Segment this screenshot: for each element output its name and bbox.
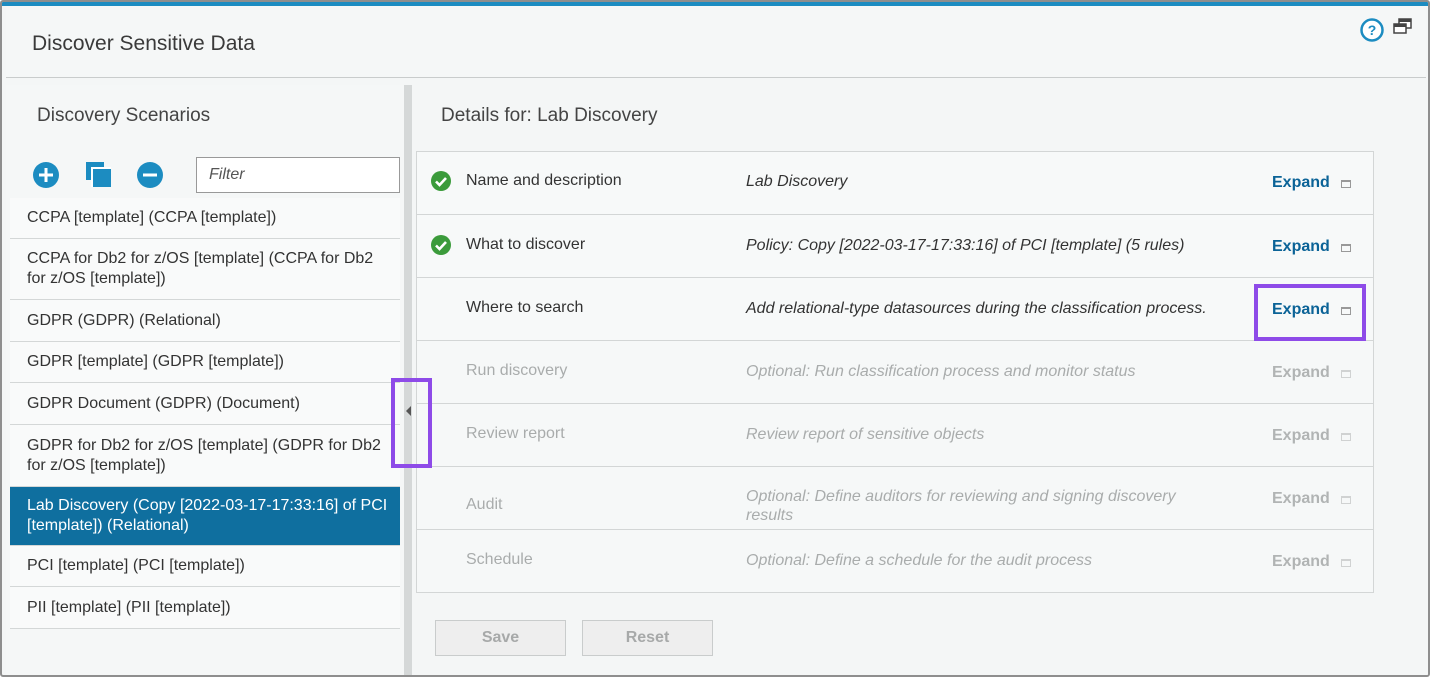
help-icon[interactable]: ? xyxy=(1360,18,1384,42)
step-description: Policy: Copy [2022-03-17-17:33:16] of PC… xyxy=(746,237,1185,254)
scenarios-panel: Discovery Scenarios CCPA [template] (CCP… xyxy=(6,85,404,675)
expand-icon[interactable] xyxy=(1341,559,1351,567)
scenario-item-ccpa-db2[interactable]: CCPA for Db2 for z/OS [template] (CCPA f… xyxy=(10,239,400,300)
step-label: Run discovery xyxy=(466,362,568,379)
step-description: Lab Discovery xyxy=(746,173,848,190)
step-description: Optional: Run classification process and… xyxy=(746,363,1136,380)
copy-icon[interactable] xyxy=(85,161,113,189)
save-button[interactable]: Save xyxy=(435,620,566,656)
step-description: Optional: Define a schedule for the audi… xyxy=(746,552,1092,569)
header: Discover Sensitive Data ? xyxy=(6,6,1426,78)
expand-link[interactable]: Expand xyxy=(1272,364,1330,382)
check-circle-icon xyxy=(431,171,451,191)
panel-splitter[interactable] xyxy=(404,85,412,675)
step-label: Schedule xyxy=(466,551,533,568)
scenario-item-pci-template[interactable]: PCI [template] (PCI [template]) xyxy=(10,546,400,587)
scenario-item-gdpr-document[interactable]: GDPR Document (GDPR) (Document) xyxy=(10,383,400,425)
step-description: Optional: Define auditors for reviewing … xyxy=(746,488,1176,524)
svg-text:?: ? xyxy=(1368,22,1377,38)
steps-list: Name and description Lab Discovery Expan… xyxy=(416,151,1374,593)
step-label: Review report xyxy=(466,425,565,442)
expand-link[interactable]: Expand xyxy=(1272,427,1330,445)
step-name-and-description: Name and description Lab Discovery Expan… xyxy=(417,152,1373,215)
expand-icon[interactable] xyxy=(1341,244,1351,252)
step-description: Review report of sensitive objects xyxy=(746,426,985,443)
expand-icon[interactable] xyxy=(1341,307,1351,315)
step-label: Audit xyxy=(466,496,503,513)
app-window: Discover Sensitive Data ? Discovery Scen… xyxy=(0,0,1430,677)
expand-link[interactable]: Expand xyxy=(1272,553,1330,571)
step-what-to-discover: What to discover Policy: Copy [2022-03-1… xyxy=(417,215,1373,278)
step-label: What to discover xyxy=(466,236,586,253)
step-description: Add relational-type datasources during t… xyxy=(746,300,1207,317)
collapse-arrow-icon[interactable] xyxy=(406,406,411,416)
expand-icon[interactable] xyxy=(1341,496,1351,504)
expand-link[interactable]: Expand xyxy=(1272,174,1330,192)
step-schedule: Schedule Optional: Define a schedule for… xyxy=(417,530,1373,592)
expand-icon[interactable] xyxy=(1341,433,1351,441)
step-label: Name and description xyxy=(466,172,622,189)
expand-icon[interactable] xyxy=(1341,180,1351,188)
filter-input[interactable] xyxy=(196,157,400,193)
reset-button[interactable]: Reset xyxy=(582,620,713,656)
scenario-list: CCPA [template] (CCPA [template]) CCPA f… xyxy=(10,198,400,629)
scenarios-title: Discovery Scenarios xyxy=(37,105,211,126)
scenario-item-ccpa-template[interactable]: CCPA [template] (CCPA [template]) xyxy=(10,198,400,239)
expand-link[interactable]: Expand xyxy=(1272,238,1330,256)
expand-link[interactable]: Expand xyxy=(1272,490,1330,508)
details-title: Details for: Lab Discovery xyxy=(441,105,658,126)
expand-icon[interactable] xyxy=(1341,370,1351,378)
step-audit: Audit Optional: Define auditors for revi… xyxy=(417,467,1373,530)
details-panel: Details for: Lab Discovery Name and desc… xyxy=(412,85,1428,675)
plus-circle-icon[interactable] xyxy=(32,161,60,189)
scenario-item-lab-discovery[interactable]: Lab Discovery (Copy [2022-03-17-17:33:16… xyxy=(10,487,400,546)
check-circle-icon xyxy=(431,235,451,255)
minus-circle-icon[interactable] xyxy=(136,161,164,189)
window-restore-icon[interactable] xyxy=(1393,18,1413,36)
scenario-item-gdpr-relational[interactable]: GDPR (GDPR) (Relational) xyxy=(10,300,400,342)
step-label: Where to search xyxy=(466,299,584,316)
scenario-item-gdpr-template[interactable]: GDPR [template] (GDPR [template]) xyxy=(10,342,400,383)
step-where-to-search: Where to search Add relational-type data… xyxy=(417,278,1373,341)
step-review-report: Review report Review report of sensitive… xyxy=(417,404,1373,467)
expand-link[interactable]: Expand xyxy=(1272,301,1330,319)
step-run-discovery: Run discovery Optional: Run classificati… xyxy=(417,341,1373,404)
scenario-item-gdpr-db2[interactable]: GDPR for Db2 for z/OS [template] (GDPR f… xyxy=(10,425,400,487)
scenario-item-pii-template[interactable]: PII [template] (PII [template]) xyxy=(10,587,400,629)
page-title: Discover Sensitive Data xyxy=(32,32,255,55)
